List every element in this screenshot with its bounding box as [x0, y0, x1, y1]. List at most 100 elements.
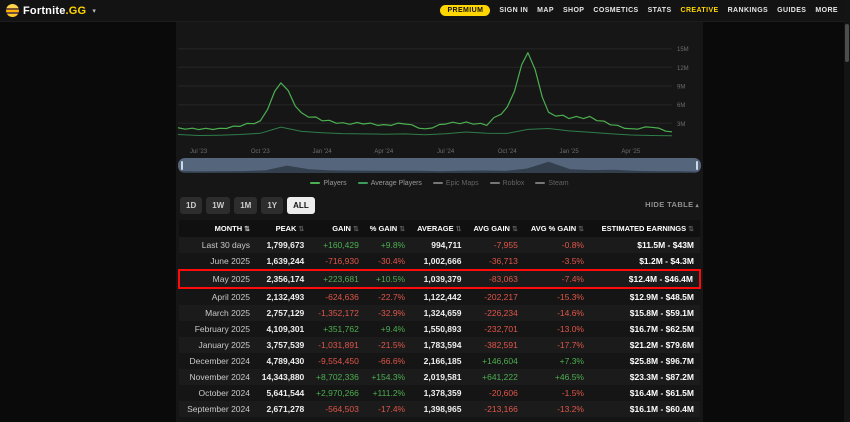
- cell-average: 2,166,185: [411, 353, 467, 369]
- cell-average: 1,550,893: [411, 321, 467, 337]
- fortnitegg-logo-icon: [6, 4, 19, 17]
- nav-item-stats[interactable]: STATS: [648, 7, 672, 14]
- table-row-october-2024[interactable]: October 20245,641,544+2,970,266+111.2%1,…: [179, 385, 700, 401]
- range-button-1w[interactable]: 1W: [206, 197, 230, 214]
- cell-gain: -32.9%: [365, 305, 411, 321]
- legend-item-steam[interactable]: Steam: [535, 180, 568, 187]
- nav-item-shop[interactable]: SHOP: [563, 7, 584, 14]
- nav-item-more[interactable]: MORE: [815, 7, 838, 14]
- cell-estimated-earnings: $15.8M - $59.1M: [590, 305, 700, 321]
- column-header-peak[interactable]: PEAK⇅: [256, 220, 310, 237]
- range-button-all[interactable]: ALL: [287, 197, 315, 214]
- legend-swatch-icon: [310, 182, 320, 184]
- range-button-1m[interactable]: 1M: [234, 197, 257, 214]
- table-row-august-2024[interactable]: August 20243,235,781+352,836+12.2%1,612,…: [179, 417, 700, 422]
- table-row-last-30-days[interactable]: Last 30 days1,799,673+160,429+9.8%994,71…: [179, 237, 700, 253]
- cell-avg-gain: +20.7%: [524, 417, 590, 422]
- svg-text:Oct '23: Oct '23: [251, 149, 270, 155]
- cell-gain: -66.6%: [365, 353, 411, 369]
- cell-gain: -564,503: [310, 401, 365, 417]
- chart-legend: Players Average Players Epic Maps Roblox Ste…: [178, 178, 701, 188]
- cell-gain: -716,930: [310, 253, 365, 270]
- svg-text:12M: 12M: [677, 66, 689, 72]
- column-header-label: AVG % GAIN: [531, 224, 576, 233]
- nav-item-guides[interactable]: GUIDES: [777, 7, 806, 14]
- legend-item-players[interactable]: Players: [310, 180, 346, 187]
- range-button-1y[interactable]: 1Y: [261, 197, 283, 214]
- sort-icon: ⇅: [353, 226, 359, 233]
- column-header-gain[interactable]: % GAIN⇅: [365, 220, 411, 237]
- column-header-avg-gain[interactable]: AVG GAIN⇅: [467, 220, 523, 237]
- table-row-june-2025[interactable]: June 20251,639,244-716,930-30.4%1,002,66…: [179, 253, 700, 270]
- range-buttons: 1D1W1M1YALL: [180, 195, 319, 214]
- svg-text:Jan '25: Jan '25: [560, 149, 580, 155]
- chevron-down-icon[interactable]: ▾: [92, 7, 96, 15]
- nav-item-premium[interactable]: PREMIUM: [440, 5, 490, 16]
- svg-text:15M: 15M: [677, 47, 689, 53]
- logo-main: Fortnite: [23, 5, 66, 17]
- chart-canvas[interactable]: 15M12M9M6M3MJul '23Oct '23Jan '24Apr '24…: [178, 30, 701, 156]
- cell-average: 1,122,442: [411, 288, 467, 305]
- player-count-chart[interactable]: 15M12M9M6M3MJul '23Oct '23Jan '24Apr '24…: [178, 30, 701, 156]
- column-header-month[interactable]: MONTH⇅: [179, 220, 256, 237]
- nav-item-sign-in[interactable]: SIGN IN: [499, 7, 528, 14]
- table-row-may-2025[interactable]: May 20252,356,174+223,681+10.5%1,039,379…: [179, 270, 700, 288]
- column-header-gain[interactable]: GAIN⇅: [310, 220, 365, 237]
- cell-month: May 2025: [179, 270, 256, 288]
- column-header-label: ESTIMATED EARNINGS: [602, 224, 686, 233]
- cell-month: January 2025: [179, 337, 256, 353]
- cell-estimated-earnings: $12.9M - $48.5M: [590, 288, 700, 305]
- cell-average: 1,378,359: [411, 385, 467, 401]
- legend-label: Average Players: [371, 180, 422, 187]
- cell-estimated-earnings: $21.2M - $79.6M: [590, 337, 700, 353]
- column-header-average[interactable]: AVERAGE⇅: [411, 220, 467, 237]
- table-row-march-2025[interactable]: March 20252,757,129-1,352,172-32.9%1,324…: [179, 305, 700, 321]
- legend-label: Epic Maps: [446, 180, 479, 187]
- cell-gain: +111.2%: [365, 385, 411, 401]
- navigator-selection[interactable]: [178, 158, 701, 173]
- cell-peak: 4,109,301: [256, 321, 310, 337]
- column-header-label: PEAK: [276, 224, 297, 233]
- chart-range-navigator[interactable]: [178, 158, 701, 173]
- navigator-handle-left[interactable]: [181, 161, 183, 170]
- table-row-january-2025[interactable]: January 20253,757,539-1,031,891-21.5%1,7…: [179, 337, 700, 353]
- column-header-estimated-earnings[interactable]: ESTIMATED EARNINGS⇅: [590, 220, 700, 237]
- cell-peak: 14,343,880: [256, 369, 310, 385]
- cell-month: February 2025: [179, 321, 256, 337]
- cell-avg-gain: +641,222: [467, 369, 523, 385]
- table-row-september-2024[interactable]: September 20242,671,278-564,503-17.4%1,3…: [179, 401, 700, 417]
- legend-label: Players: [323, 180, 346, 187]
- site-logo[interactable]: Fortnite.GG ▾: [6, 4, 96, 17]
- nav-item-cosmetics[interactable]: COSMETICS: [593, 7, 638, 14]
- legend-item-roblox[interactable]: Roblox: [490, 180, 525, 187]
- cell-month: Last 30 days: [179, 237, 256, 253]
- cell-estimated-earnings: $1.2M - $4.3M: [590, 253, 700, 270]
- browser-scrollbar[interactable]: [844, 0, 850, 422]
- main-content: 15M12M9M6M3MJul '23Oct '23Jan '24Apr '24…: [176, 22, 703, 422]
- column-header-avg-gain[interactable]: AVG % GAIN⇅: [524, 220, 590, 237]
- table-header-row: MONTH⇅PEAK⇅GAIN⇅% GAIN⇅AVERAGE⇅AVG GAIN⇅…: [179, 220, 700, 237]
- cell-peak: 1,639,244: [256, 253, 310, 270]
- cell-month: March 2025: [179, 305, 256, 321]
- cell-gain: -30.4%: [365, 253, 411, 270]
- cell-gain: +154.3%: [365, 369, 411, 385]
- navigator-handle-right[interactable]: [696, 161, 698, 170]
- table-row-february-2025[interactable]: February 20254,109,301+351,762+9.4%1,550…: [179, 321, 700, 337]
- legend-item-average-players[interactable]: Average Players: [358, 180, 422, 187]
- nav-item-rankings[interactable]: RANKINGS: [728, 7, 769, 14]
- hide-table-label: HIDE TABLE: [645, 200, 693, 209]
- table-row-november-2024[interactable]: November 202414,343,880+8,702,336+154.3%…: [179, 369, 700, 385]
- table-row-april-2025[interactable]: April 20252,132,493-624,636-22.7%1,122,4…: [179, 288, 700, 305]
- cell-avg-gain: -382,591: [467, 337, 523, 353]
- legend-item-epic-maps[interactable]: Epic Maps: [433, 180, 479, 187]
- nav-item-creative[interactable]: CREATIVE: [681, 7, 719, 14]
- legend-swatch-icon: [358, 182, 368, 184]
- site-title: Fortnite.GG: [23, 5, 86, 17]
- cell-peak: 1,799,673: [256, 237, 310, 253]
- cell-peak: 2,757,129: [256, 305, 310, 321]
- hide-table-button[interactable]: HIDE TABLE▴: [645, 200, 699, 209]
- nav-item-map[interactable]: MAP: [537, 7, 554, 14]
- table-row-december-2024[interactable]: December 20244,789,430-9,554,450-66.6%2,…: [179, 353, 700, 369]
- range-button-1d[interactable]: 1D: [180, 197, 202, 214]
- scrollbar-thumb[interactable]: [845, 24, 849, 62]
